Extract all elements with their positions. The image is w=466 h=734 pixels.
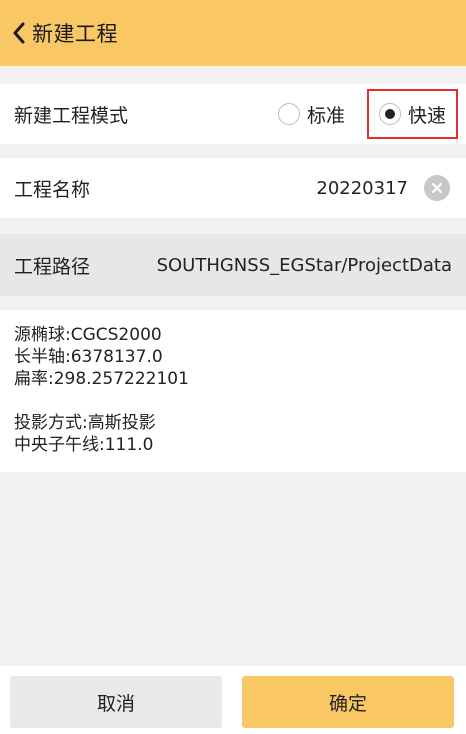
- cancel-button[interactable]: 取消: [10, 676, 222, 728]
- new-project-screen: 新建工程 新建工程模式 标准 快速 工程名称 20220317 工程路径 SOU…: [0, 0, 466, 734]
- project-path-row[interactable]: 工程路径 SOUTHGNSS_EGStar/ProjectData: [0, 234, 466, 296]
- footer-bar: 取消 确定: [0, 666, 466, 734]
- confirm-button[interactable]: 确定: [242, 676, 454, 728]
- page-title: 新建工程: [32, 22, 118, 46]
- projection-text: 投影方式:高斯投影: [14, 413, 156, 433]
- project-mode-label: 新建工程模式: [14, 104, 129, 127]
- radio-checked-icon: [378, 103, 401, 125]
- coordinate-info-panel: 源椭球:CGCS2000 长半轴:6378137.0 扁率:298.257222…: [0, 310, 466, 472]
- ellipsoid-text: 源椭球:CGCS2000: [14, 325, 162, 345]
- mode-quick-radio[interactable]: 快速: [366, 89, 458, 139]
- project-path-label: 工程路径: [14, 255, 91, 278]
- project-mode-radio-group: 标准 快速: [270, 89, 458, 139]
- chevron-left-icon[interactable]: [8, 18, 30, 48]
- central-meridian-text: 中央子午线:111.0: [14, 435, 154, 455]
- project-name-input[interactable]: 20220317: [316, 178, 408, 199]
- project-path-value: SOUTHGNSS_EGStar/ProjectData: [156, 254, 452, 276]
- flattening-text: 扁率:298.257222101: [14, 369, 189, 389]
- project-name-label: 工程名称: [14, 178, 91, 201]
- project-name-row: 工程名称 20220317: [0, 158, 466, 218]
- app-header: 新建工程: [0, 0, 466, 66]
- mode-quick-label: 快速: [407, 104, 446, 127]
- mode-standard-radio[interactable]: 标准: [270, 89, 353, 139]
- radio-unchecked-icon: [277, 103, 300, 125]
- project-mode-row: 新建工程模式 标准 快速: [0, 84, 466, 144]
- clear-icon[interactable]: [424, 175, 450, 201]
- mode-standard-label: 标准: [306, 104, 345, 127]
- semi-major-axis-text: 长半轴:6378137.0: [14, 347, 163, 367]
